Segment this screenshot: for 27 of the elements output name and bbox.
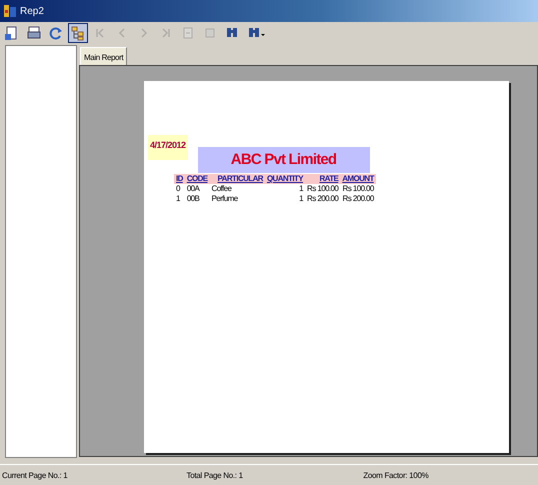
column-header: PARTICULAR: [210, 174, 265, 184]
table-cell: ₨ 200.00: [342, 194, 374, 203]
report-tab[interactable]: Main Report: [80, 47, 128, 65]
table-cell: 00B: [186, 194, 200, 203]
report-date: 4/17/2012: [148, 135, 188, 160]
column-header: QUANTITY: [264, 174, 306, 184]
column-header: AMOUNT: [340, 174, 376, 184]
table-cell: 1: [299, 184, 304, 193]
table-cell: ₨ 100.00: [307, 184, 338, 193]
table-cell: Coffee: [212, 184, 232, 193]
app-icon: [3, 4, 17, 18]
column-header: CODE: [184, 174, 210, 184]
table-cell: 1: [299, 194, 304, 203]
window-title: Rep2: [20, 6, 44, 16]
group-tree-icon[interactable]: [68, 23, 88, 43]
table-cell: ₨ 200.00: [307, 194, 338, 203]
table-cell: ₨ 100.00: [342, 184, 374, 193]
table-cell: 0: [176, 184, 180, 193]
table-cell: Perfume: [212, 194, 238, 203]
report-title: ABC Pvt Limited: [198, 147, 370, 173]
column-header: RATE: [305, 174, 340, 184]
status-text: Total Page No.: 1: [186, 470, 244, 480]
status-text: Zoom Factor: 100%: [362, 470, 430, 480]
column-header: ID: [174, 174, 185, 184]
table-cell: 1: [176, 194, 180, 203]
table-cell: 00A: [186, 184, 200, 193]
status-text: Current Page No.: 1: [1, 470, 68, 480]
